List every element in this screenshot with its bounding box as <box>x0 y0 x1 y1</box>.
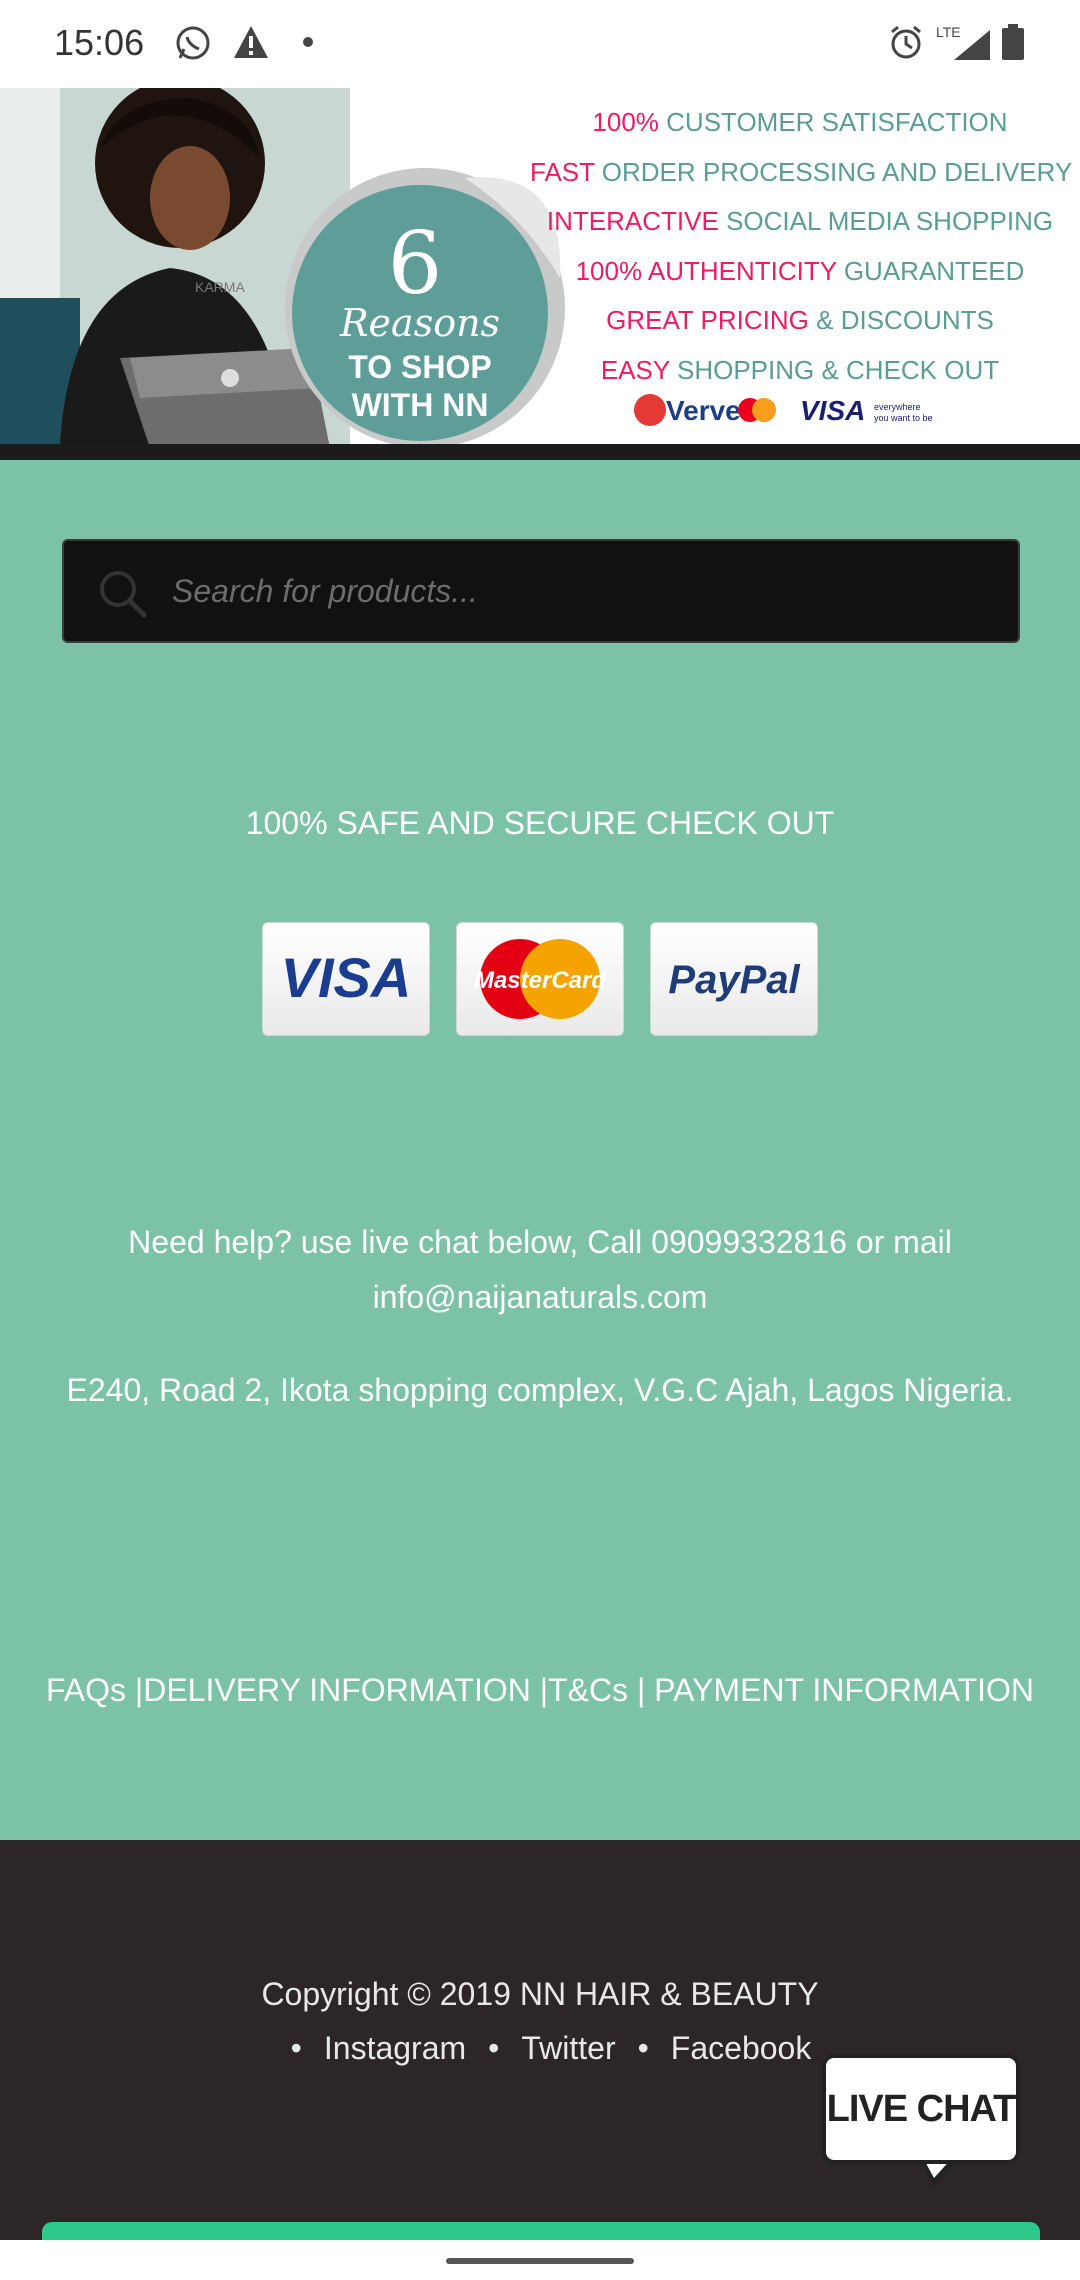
twitter-link[interactable]: Twitter <box>521 2030 615 2066</box>
payment-info-link[interactable]: PAYMENT INFORMATION <box>654 1672 1034 1708</box>
live-chat-button[interactable]: LIVE CHAT <box>822 2054 1020 2164</box>
svg-text:KARMA: KARMA <box>195 279 245 295</box>
reason-2: FAST ORDER PROCESSING AND DELIVERY <box>530 156 1073 187</box>
facebook-link[interactable]: Facebook <box>671 2030 812 2066</box>
bullet: • <box>488 2030 500 2066</box>
instagram-link[interactable]: Instagram <box>324 2030 466 2066</box>
mastercard-logo: MasterCard <box>456 922 624 1036</box>
copyright-text: Copyright © 2019 NN HAIR & BEAUTY <box>261 1976 819 2012</box>
secure-checkout-title: 100% SAFE AND SECURE CHECK OUT <box>245 805 835 841</box>
footer-info-section: 100% SAFE AND SECURE CHECK OUT VISA Mast… <box>0 460 1080 1840</box>
signal-icon <box>954 30 990 60</box>
svg-text:TO SHOP: TO SHOP <box>348 349 491 385</box>
bullet: • <box>290 2030 302 2066</box>
svg-text:6: 6 <box>388 214 443 314</box>
reason-6: EASY SHOPPING & CHECK OUT <box>600 354 1000 385</box>
store-address: E240, Road 2, Ikota shopping complex, V.… <box>66 1372 1014 1408</box>
svg-text:everywhere: everywhere <box>874 402 921 412</box>
gesture-nav-bar <box>0 2240 1080 2280</box>
payment-cards: VISA MasterCard PayPal <box>262 922 818 1036</box>
terms-link[interactable]: T&Cs <box>548 1672 628 1708</box>
promo-banner[interactable]: KARMA 6 Reasons TO SHOP WITH NN 100% CUS… <box>0 88 1080 444</box>
svg-text:MasterCard: MasterCard <box>474 967 607 994</box>
banner-payment-logos: Verve VISA everywhere you want to be <box>634 394 933 426</box>
paypal-logo: PayPal <box>650 922 818 1036</box>
dot-icon <box>303 37 313 47</box>
reason-5: GREAT PRICING & DISCOUNTS <box>606 305 994 335</box>
svg-text:Reasons: Reasons <box>339 301 500 345</box>
link-separator: | <box>628 1672 655 1708</box>
alarm-icon <box>891 25 921 59</box>
reason-4: 100% AUTHENTICITY GUARANTEED <box>575 255 1025 286</box>
visa-card-logo: VISA <box>262 922 430 1036</box>
search-icon[interactable] <box>96 567 148 619</box>
status-bar: 15:06 LTE <box>0 0 1080 88</box>
link-separator: | <box>530 1672 549 1708</box>
link-separator: | <box>126 1672 144 1708</box>
battery-icon <box>1002 24 1024 60</box>
faqs-link[interactable]: FAQs <box>46 1672 126 1708</box>
reason-1: 100% CUSTOMER SATISFACTION <box>592 107 1008 137</box>
whatsapp-icon <box>176 26 210 60</box>
svg-text:PayPal: PayPal <box>668 958 800 1002</box>
delivery-info-link[interactable]: DELIVERY INFORMATION <box>143 1672 531 1708</box>
svg-text:VISA: VISA <box>800 395 865 426</box>
svg-text:Verve: Verve <box>666 395 741 426</box>
reason-3: INTERACTIVE SOCIAL MEDIA SHOPPING <box>546 206 1054 236</box>
svg-text:WITH NN: WITH NN <box>352 387 489 423</box>
banner-reasons: 100% CUSTOMER SATISFACTION FAST ORDER PR… <box>530 98 1073 395</box>
help-contact-text: Need help? use live chat below, Call 090… <box>128 1224 952 1315</box>
product-search[interactable] <box>62 539 1020 643</box>
search-input[interactable] <box>172 559 992 623</box>
banner-divider <box>0 444 1080 460</box>
bullet: • <box>637 2030 649 2066</box>
warning-icon <box>234 26 268 58</box>
svg-text:you want to be: you want to be <box>874 413 933 423</box>
home-handle[interactable] <box>446 2258 634 2264</box>
footer-links: FAQs |DELIVERY INFORMATION |T&Cs | PAYME… <box>0 1672 1080 1709</box>
status-time: 15:06 <box>54 22 145 63</box>
svg-text:VISA: VISA <box>281 949 412 1009</box>
